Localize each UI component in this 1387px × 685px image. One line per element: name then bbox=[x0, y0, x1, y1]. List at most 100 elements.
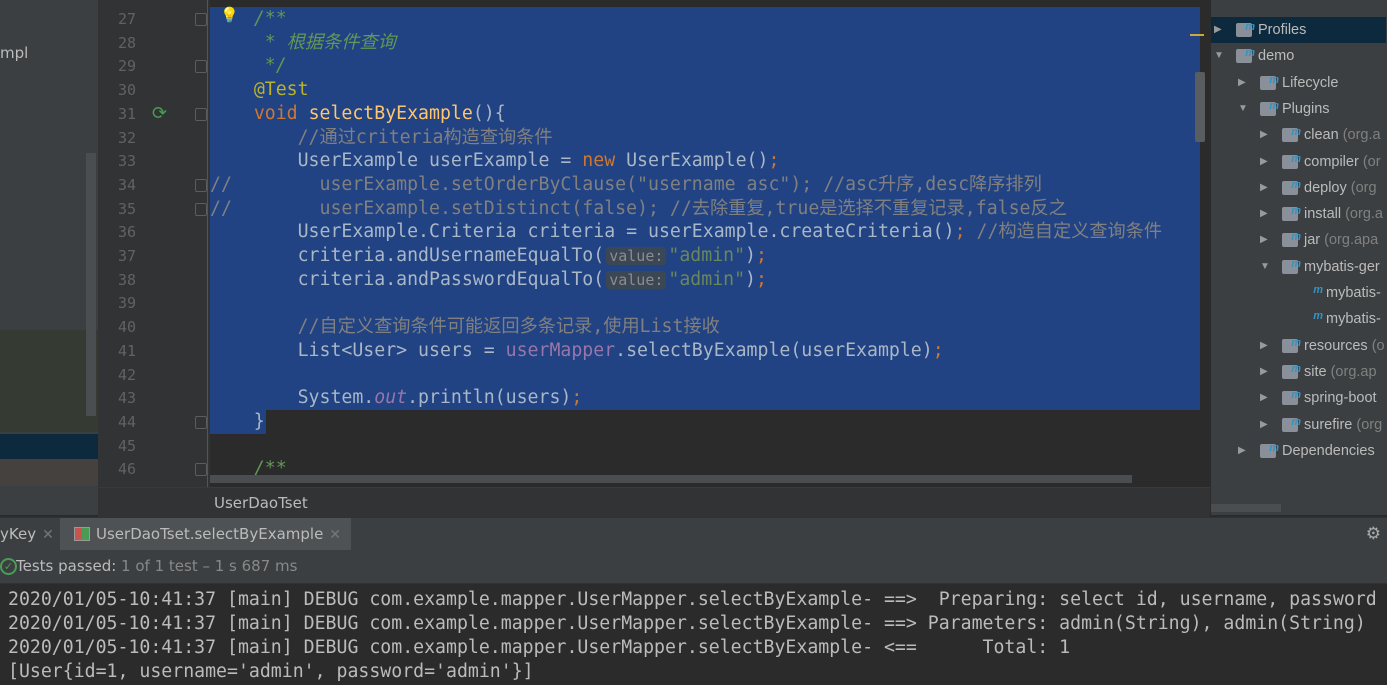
expand-arrow-icon[interactable]: ▶ bbox=[1260, 385, 1268, 411]
close-icon[interactable]: ✕ bbox=[329, 527, 341, 543]
expand-arrow-icon[interactable]: ▶ bbox=[1238, 438, 1246, 464]
code-token: UserExample userExample = bbox=[210, 150, 583, 172]
expand-arrow-icon[interactable]: ▶ bbox=[1260, 333, 1268, 359]
line-number: 41 bbox=[117, 341, 136, 360]
breadcrumb-class[interactable]: UserDaoTset bbox=[214, 494, 308, 512]
fold-marker-icon[interactable] bbox=[195, 107, 207, 121]
project-tree-selected-row[interactable] bbox=[0, 434, 98, 459]
maven-tree-item[interactable]: ▶ m install (org.a bbox=[1260, 201, 1383, 227]
maven-tree-item[interactable]: ▶ m surefire (org bbox=[1260, 412, 1382, 438]
expand-arrow-icon[interactable]: ▶ bbox=[1260, 359, 1268, 385]
code-token: ) bbox=[745, 245, 756, 266]
line-number: 43 bbox=[117, 389, 136, 408]
fold-marker-icon[interactable] bbox=[195, 463, 207, 477]
maven-tree-item[interactable]: ▶ m site (org.ap bbox=[1260, 359, 1377, 385]
tree-label: resources bbox=[1304, 337, 1368, 354]
tree-label: Lifecycle bbox=[1282, 74, 1339, 91]
maven-tree-item[interactable]: ▶ m Profiles bbox=[1214, 17, 1306, 43]
expand-arrow-icon[interactable]: ▶ bbox=[1214, 17, 1222, 43]
collapse-arrow-icon[interactable]: ▼ bbox=[1214, 43, 1224, 69]
expand-arrow-icon[interactable]: ▶ bbox=[1260, 412, 1268, 438]
close-icon[interactable]: ✕ bbox=[42, 527, 54, 543]
code-token: "admin" bbox=[668, 268, 746, 290]
lightbulb-icon[interactable]: 💡 bbox=[220, 6, 239, 24]
plugin-icon: m bbox=[1282, 205, 1301, 222]
expand-arrow-icon[interactable]: ▶ bbox=[1260, 149, 1268, 175]
expand-arrow-icon[interactable]: ▶ bbox=[1260, 122, 1268, 148]
plugin-icon: m bbox=[1282, 258, 1301, 274]
expand-arrow-icon[interactable]: ▶ bbox=[1260, 175, 1268, 201]
maven-tree-item[interactable]: ▶ m clean (org.a bbox=[1260, 122, 1381, 148]
maven-tree-item[interactable]: ▶ m compiler (or bbox=[1260, 149, 1381, 175]
fold-marker-icon[interactable] bbox=[195, 202, 207, 216]
line-number: 46 bbox=[117, 460, 136, 479]
maven-tree-item[interactable]: ▶ m Lifecycle bbox=[1238, 70, 1338, 96]
line-number: 27 bbox=[117, 10, 136, 28]
run-tab-active[interactable]: UserDaoTset.selectByExample ✕ bbox=[60, 518, 352, 551]
expand-arrow-icon[interactable]: ▶ bbox=[1260, 201, 1268, 227]
expand-arrow-icon[interactable]: ▶ bbox=[1260, 227, 1268, 253]
maven-tree-item[interactable]: ▶ m jar (org.apa bbox=[1260, 227, 1378, 253]
tree-label: mybatis- bbox=[1326, 311, 1381, 328]
code-token: criteria.andUsernameEqualTo( bbox=[210, 245, 605, 266]
line-number: 45 bbox=[117, 436, 136, 455]
maven-horizontal-scrollbar[interactable] bbox=[1211, 504, 1281, 512]
console-line: 2020/01/05-10:41:37 [main] DEBUG com.exa… bbox=[8, 613, 1366, 634]
tree-label: Plugins bbox=[1282, 100, 1330, 117]
fold-marker-icon[interactable] bbox=[195, 178, 207, 192]
maven-tree-item[interactable]: ▼ m Plugins bbox=[1238, 96, 1330, 122]
code-token: ; bbox=[932, 339, 944, 361]
editor-horizontal-scrollbar[interactable] bbox=[210, 475, 1132, 483]
fold-marker-icon[interactable] bbox=[195, 60, 207, 74]
run-tab-previous[interactable]: yKey ✕ bbox=[0, 518, 54, 551]
project-tree-region bbox=[0, 330, 98, 432]
code-token: .println(users) bbox=[407, 387, 572, 409]
code-token: } bbox=[210, 410, 265, 432]
tab-label: UserDaoTset.selectByExample bbox=[96, 525, 324, 543]
maven-tree-item[interactable]: ▼ m mybatis-ger bbox=[1260, 254, 1380, 280]
code-line: UserExample userExample = new UserExampl… bbox=[210, 149, 780, 173]
project-tree-item[interactable]: mpl bbox=[0, 44, 28, 62]
tree-label: Dependencies bbox=[1282, 442, 1375, 459]
collapse-arrow-icon[interactable]: ▼ bbox=[1260, 254, 1270, 280]
project-scrollbar[interactable] bbox=[86, 153, 96, 416]
fold-marker-icon[interactable] bbox=[195, 415, 207, 429]
project-tree-row[interactable] bbox=[0, 459, 98, 486]
editor-vertical-scrollbar[interactable] bbox=[1195, 72, 1205, 142]
maven-tree-item[interactable]: m mybatis- bbox=[1282, 306, 1381, 332]
console-output[interactable]: 2020/01/05-10:41:37 [main] DEBUG com.exa… bbox=[0, 585, 1387, 685]
maven-tree-item[interactable]: ▶ m deploy (org bbox=[1260, 175, 1377, 201]
plugin-icon: m bbox=[1282, 389, 1301, 406]
expand-arrow-icon[interactable]: ▶ bbox=[1238, 70, 1246, 96]
code-token: List<User> users = bbox=[210, 339, 506, 361]
maven-tree-item[interactable]: ▶ m spring-boot bbox=[1260, 385, 1377, 411]
line-number: 37 bbox=[117, 247, 136, 265]
project-panel: mpl bbox=[0, 0, 98, 515]
line-number: 39 bbox=[117, 294, 136, 313]
code-line: void selectByExample(){ bbox=[210, 102, 506, 126]
error-stripe-mark[interactable] bbox=[1190, 34, 1204, 36]
code-line: criteria.andUsernameEqualTo(value: "admin… bbox=[210, 244, 767, 268]
code-line: @Test bbox=[210, 78, 309, 102]
line-number: 40 bbox=[117, 318, 136, 337]
maven-tree-item[interactable]: ▼ m demo bbox=[1214, 43, 1294, 69]
code-token: UserExample() bbox=[626, 150, 769, 172]
tree-sublabel: (org.ap bbox=[1326, 363, 1377, 380]
fold-marker-icon[interactable] bbox=[195, 13, 207, 26]
tree-label: deploy bbox=[1304, 179, 1347, 196]
maven-tree-item[interactable]: m mybatis- bbox=[1282, 280, 1381, 306]
goal-icon: m bbox=[1313, 284, 1323, 296]
maven-tree-item[interactable]: ▶ m resources (o bbox=[1260, 333, 1385, 359]
code-editor[interactable]: /** * 根据条件查询 */ @Test void selectByExamp… bbox=[210, 0, 1200, 487]
maven-tree-item[interactable]: ▶ m Dependencies bbox=[1238, 438, 1375, 464]
line-number: 34 bbox=[117, 175, 136, 194]
code-token: (){ bbox=[472, 102, 506, 124]
collapse-arrow-icon[interactable]: ▼ bbox=[1238, 96, 1248, 122]
tab-label: yKey bbox=[0, 525, 37, 543]
gear-icon[interactable]: ⚙ bbox=[1366, 524, 1381, 544]
run-test-icon[interactable]: ⟳ bbox=[152, 103, 167, 124]
